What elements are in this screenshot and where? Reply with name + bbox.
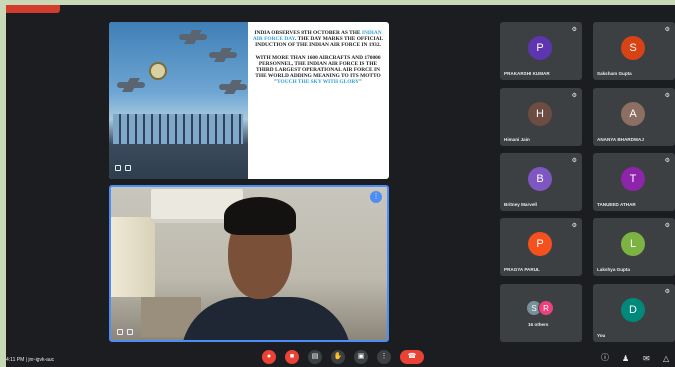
- slide-photo: [109, 22, 248, 179]
- avatar: S: [621, 36, 645, 60]
- participant-name: PRAGYA PARUL: [504, 267, 540, 272]
- air-force-emblem: [149, 62, 167, 80]
- avatar: P: [528, 36, 552, 60]
- speaker-body: [181, 297, 351, 340]
- participant-name: ANANYA BHARDWAJ: [597, 137, 644, 142]
- avatar: H: [528, 102, 552, 126]
- avatar: D: [621, 298, 645, 322]
- avatar: T: [621, 167, 645, 191]
- slide-paragraph-1: INDIA OBSERVES 8TH OCTOBER AS THE INDIAN…: [252, 30, 384, 49]
- slide-text: INDIA OBSERVES 8TH OCTOBER AS THE INDIAN…: [251, 30, 385, 92]
- captions-button[interactable]: ▤: [308, 350, 322, 364]
- airmen-row: [113, 114, 243, 144]
- mic-off-icon: ⚙: [664, 158, 670, 164]
- avatar: R: [538, 300, 554, 316]
- meet-window: INDIA OBSERVES 8TH OCTOBER AS THE INDIAN…: [6, 5, 675, 367]
- participant-tile[interactable]: ⚙ H Himani Jain: [500, 88, 582, 146]
- info-icon[interactable]: ⓘ: [601, 352, 609, 363]
- participant-name: Himani Jain: [504, 137, 530, 142]
- mic-off-icon: ⚙: [664, 223, 670, 229]
- participant-name: TANUEED ATHAR: [597, 202, 636, 207]
- avatar: B: [528, 167, 552, 191]
- avatar: A: [621, 102, 645, 126]
- separator: |: [25, 357, 27, 363]
- meeting-details[interactable]: 4:11 PM | jnr-igvk-auc: [6, 357, 54, 363]
- mic-off-button[interactable]: ●: [262, 350, 276, 364]
- avatar: L: [621, 232, 645, 256]
- clock-time: 4:11 PM: [6, 357, 25, 363]
- mic-off-icon: [115, 165, 121, 171]
- participant-tile[interactable]: ⚙ S Saksham Gupta: [593, 22, 675, 80]
- mic-off-icon: ⚙: [571, 158, 577, 164]
- mic-off-icon: ⚙: [664, 93, 670, 99]
- camera-off-button[interactable]: ■: [285, 350, 299, 364]
- participant-name: PRAKARSHI KUMAR: [504, 71, 550, 76]
- others-tile[interactable]: S R 16 others: [500, 284, 582, 342]
- bottom-toolbar: 4:11 PM | jnr-igvk-auc ● ■ ▤ ✋ ▣ ⋮ ☎ ⓘ ♟…: [6, 347, 675, 367]
- activities-icon[interactable]: △: [663, 354, 669, 363]
- presentation-tile[interactable]: INDIA OBSERVES 8TH OCTOBER AS THE INDIAN…: [109, 22, 389, 179]
- avatar: P: [528, 232, 552, 256]
- leave-call-button[interactable]: ☎: [400, 350, 424, 364]
- participant-name: You: [597, 333, 606, 338]
- mic-off-icon: ⚙: [571, 27, 577, 33]
- jet-icon: [117, 82, 145, 88]
- participant-tile[interactable]: ⚙ P PRAKARSHI KUMAR: [500, 22, 582, 80]
- raise-hand-button[interactable]: ✋: [331, 350, 345, 364]
- more-options-button[interactable]: ⋮: [377, 350, 391, 364]
- participant-tile[interactable]: ⚙ P PRAGYA PARUL: [500, 218, 582, 276]
- participant-tile[interactable]: ⚙ T TANUEED ATHAR: [593, 153, 675, 211]
- mic-off-icon: ⚙: [571, 93, 577, 99]
- jet-icon: [209, 52, 237, 58]
- jet-icon: [219, 84, 247, 90]
- participant-name: Saksham Gupta: [597, 71, 632, 76]
- tile-status-icons: [117, 329, 133, 335]
- tile-status-icons: [115, 165, 131, 171]
- active-speaker-tile[interactable]: ⋮: [109, 185, 389, 342]
- participant-tile[interactable]: ⚙ L Lakshya Gupta: [593, 218, 675, 276]
- people-icon[interactable]: ♟: [622, 354, 629, 363]
- speaker-hair: [224, 197, 296, 235]
- slide-paragraph-2: WITH MORE THAN 1600 AIRCRAFTS AND 170000…: [255, 54, 381, 86]
- participant-tile[interactable]: ⚙ D You: [593, 284, 675, 342]
- mic-icon: [117, 329, 123, 335]
- recording-indicator: [6, 5, 60, 13]
- mic-off-icon: ⚙: [664, 27, 670, 33]
- present-button[interactable]: ▣: [354, 350, 368, 364]
- participant-name: Lakshya Gupta: [597, 267, 630, 272]
- meeting-code: jnr-igvk-auc: [28, 357, 55, 363]
- room-window: [111, 217, 155, 297]
- others-label: 16 others: [528, 322, 549, 327]
- mic-off-icon: ⚙: [664, 289, 670, 295]
- jet-icon: [179, 34, 207, 40]
- participant-name: Britney Marvell: [504, 202, 537, 207]
- speaking-indicator-icon: ⋮: [370, 191, 382, 203]
- mic-off-icon: ⚙: [571, 223, 577, 229]
- screen-share-icon: [125, 165, 131, 171]
- pin-icon: [127, 329, 133, 335]
- chat-icon[interactable]: ✉: [643, 354, 650, 363]
- participant-tile[interactable]: ⚙ A ANANYA BHARDWAJ: [593, 88, 675, 146]
- participant-tile[interactable]: ⚙ B Britney Marvell: [500, 153, 582, 211]
